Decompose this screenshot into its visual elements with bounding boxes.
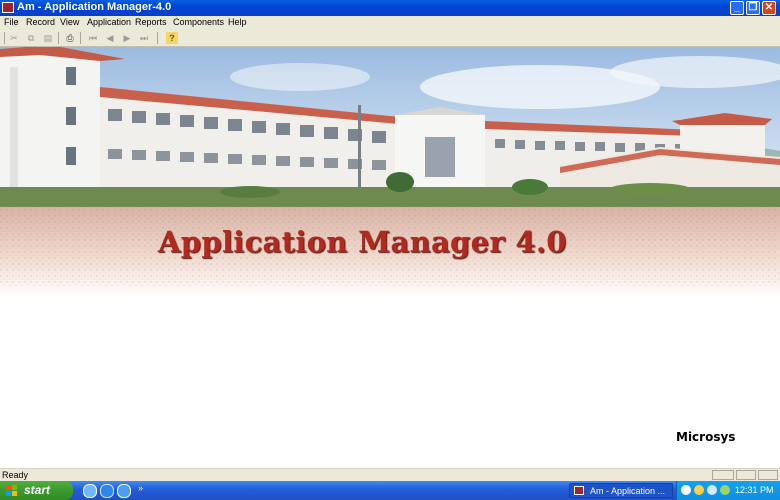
status-panel xyxy=(758,470,778,480)
taskbar-item-application-manager[interactable]: Am - Application ... xyxy=(569,483,673,498)
app-icon xyxy=(574,486,584,495)
menu-reports[interactable]: Reports xyxy=(135,17,167,27)
toolbar-separator xyxy=(58,32,59,44)
system-tray: 12:31 PM xyxy=(676,481,780,500)
cut-icon[interactable]: ✂ xyxy=(8,32,20,44)
status-bar: Ready xyxy=(0,468,780,482)
last-record-icon[interactable]: ⏭ xyxy=(138,32,150,44)
taskbar-item-label: Am - Application ... xyxy=(590,486,666,496)
title-bar[interactable]: Am - Application Manager-4.0 _ ❐ ✕ xyxy=(0,0,780,16)
menu-view[interactable]: View xyxy=(60,17,79,27)
menu-record[interactable]: Record xyxy=(26,17,55,27)
status-panel xyxy=(712,470,734,480)
menu-components[interactable]: Components xyxy=(173,17,224,27)
app-icon[interactable] xyxy=(2,2,14,13)
menu-application[interactable]: Application xyxy=(87,17,131,27)
menu-help[interactable]: Help xyxy=(228,17,247,27)
show-desktop-icon[interactable] xyxy=(83,484,97,498)
toolbar-separator xyxy=(80,32,81,44)
status-panel xyxy=(736,470,756,480)
status-text: Ready xyxy=(2,470,29,480)
start-button[interactable]: start xyxy=(0,481,73,500)
previous-record-icon[interactable]: ◀ xyxy=(104,32,116,44)
minimize-button[interactable]: _ xyxy=(730,1,744,15)
paste-icon[interactable]: ▤ xyxy=(42,32,54,44)
print-icon[interactable]: ⎙ xyxy=(64,32,76,44)
campus-banner-image xyxy=(0,47,780,297)
menu-file[interactable]: File xyxy=(4,17,19,27)
app-heading: Application Manager 4.0 xyxy=(158,225,567,259)
menu-bar: File Record View Application Reports Com… xyxy=(0,16,780,30)
copy-icon[interactable]: ⧉ xyxy=(25,32,37,44)
toolbar-separator xyxy=(157,32,158,44)
tray-security-icon[interactable] xyxy=(720,485,730,495)
internet-explorer-icon[interactable] xyxy=(100,484,114,498)
close-button[interactable]: ✕ xyxy=(762,1,776,15)
brand-label: Microsys xyxy=(676,430,736,444)
help-icon[interactable]: ? xyxy=(166,32,178,44)
tray-expand-icon[interactable] xyxy=(681,485,691,495)
windows-flag-icon xyxy=(6,485,17,496)
maximize-button[interactable]: ❐ xyxy=(746,1,760,15)
start-label: start xyxy=(24,483,51,497)
media-player-icon[interactable] xyxy=(117,484,131,498)
toolbar-separator xyxy=(4,32,5,44)
next-record-icon[interactable]: ▶ xyxy=(121,32,133,44)
main-content: Application Manager 4.0 Microsys xyxy=(0,47,780,468)
clock[interactable]: 12:31 PM xyxy=(735,485,774,495)
tray-volume-icon[interactable] xyxy=(707,485,717,495)
quicklaunch-expand-icon[interactable]: » xyxy=(138,483,143,493)
taskbar: start » Am - Application ... 12:31 PM xyxy=(0,481,780,500)
tray-network-icon[interactable] xyxy=(694,485,704,495)
toolbar: ✂ ⧉ ▤ ⎙ ⏮ ◀ ▶ ⏭ ? xyxy=(0,30,780,47)
first-record-icon[interactable]: ⏮ xyxy=(87,32,99,44)
window-title: Am - Application Manager-4.0 xyxy=(17,1,172,13)
